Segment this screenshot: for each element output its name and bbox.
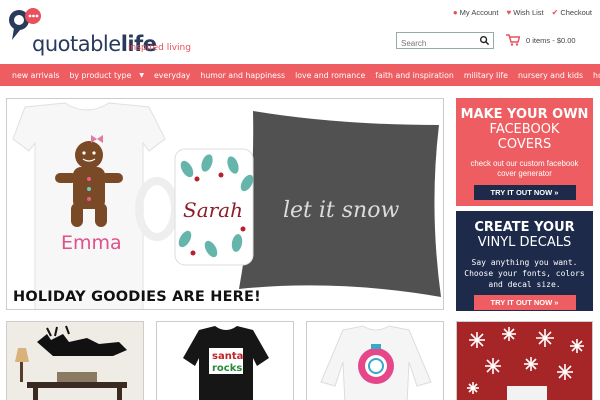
promo2-try-button[interactable]: TRY IT OUT NOW » [473,295,576,310]
main-nav: new arrivals by product type ▼ everyday h… [0,64,600,86]
product-card-snowflake-decals[interactable] [456,321,593,400]
cart-icon [506,34,520,46]
nav-faith-and-inspiration[interactable]: faith and inspiration [370,71,459,80]
product-card-monogram-ornament-shirt[interactable] [306,321,444,400]
promo2-title2: VINYL DECALS [477,235,572,250]
checkout-link[interactable]: ✔ Checkout [552,8,592,17]
nav-everyday[interactable]: everyday [149,71,195,80]
promo1-title: MAKE YOUR OWN [460,107,589,122]
nav-holiday[interactable]: holiday [588,71,600,80]
search-icon[interactable] [479,35,490,46]
search-box [396,32,494,51]
promo2-subtitle: Say anything you want. Choose your fonts… [464,258,585,289]
nav-love-and-romance[interactable]: love and romance [290,71,370,80]
promo1-subtitle: check out our custom facebook cover gene… [470,159,579,178]
nav-military-life[interactable]: military life [459,71,513,80]
my-account-link[interactable]: ● My Account [453,8,499,17]
shirt-text-rocks: rocks [212,363,242,374]
console-table [27,382,127,388]
cart-text: 0 items - $0.00 [526,35,576,45]
user-icon: ● [452,8,458,17]
promo1-try-button[interactable]: TRY IT OUT NOW » [473,185,576,200]
account-links: ● My Account ♥ Wish List ✔ Checkout [453,8,592,17]
santa-rocks-shirt-image: santa rocks [157,322,293,400]
reindeer-decal-image [7,322,143,400]
vinyl-decals-promo[interactable]: CREATE YOUR VINYL DECALS Say anything yo… [456,211,593,311]
cart-summary[interactable]: 0 items - $0.00 [506,34,576,46]
nav-humor-and-happiness[interactable]: humor and happiness [195,71,290,80]
site-header: quotablelife inspired living ● My Account… [0,0,600,64]
hero-banner[interactable]: Emma let it snow Sarah HOLIDAY GOODIES A… [6,98,444,310]
nav-nursery-and-kids[interactable]: nursery and kids [513,71,588,80]
shirt-text-santa: santa [212,351,243,362]
hero-caption: HOLIDAY GOODIES ARE HERE! [13,289,261,305]
onesie-name-text: Emma [61,232,122,254]
mug-name-text: Sarah [183,198,243,222]
nav-new-arrivals[interactable]: new arrivals [7,71,64,80]
wish-list-link[interactable]: ♥ Wish List [506,8,543,17]
facebook-covers-promo[interactable]: MAKE YOUR OWN FACEBOOK COVERS check out … [456,98,593,206]
chevron-down-icon: ▼ [139,71,144,79]
heart-icon: ♥ [506,8,512,17]
site-logo[interactable]: quotablelife inspired living [6,6,196,56]
checkout-icon: ✔ [551,8,559,17]
logo-tagline: inspired living [128,43,191,53]
promo1-title2: FACEBOOK [489,122,560,137]
monogram-shirt-image [307,322,443,400]
nav-by-product-type-label: by product type [69,70,132,80]
hero-product-image: Emma let it snow Sarah [12,102,441,309]
nav-by-product-type[interactable]: by product type ▼ [64,71,149,80]
mug-handle [135,177,179,241]
product-card-reindeer-decal[interactable] [6,321,144,400]
pillow-text: let it snow [283,198,399,223]
promo1-title3: COVERS [497,137,552,152]
product-card-santa-rocks-shirt[interactable]: santa rocks [156,321,294,400]
white-chair [507,386,547,400]
search-input[interactable] [397,36,477,51]
snowflake-decals-image [457,322,592,400]
promo2-title: CREATE YOUR [474,220,575,235]
